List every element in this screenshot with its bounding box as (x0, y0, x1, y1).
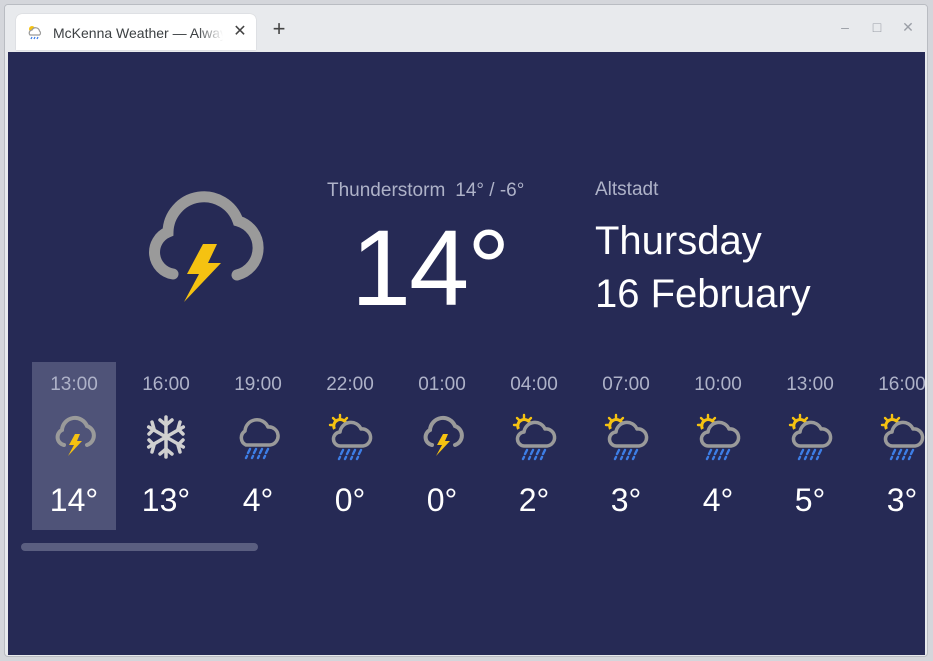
hour-temperature: 14° (49, 482, 99, 518)
thunderstorm-icon (149, 191, 264, 302)
tab-close-button[interactable]: ✕ (232, 24, 248, 40)
location-name: Altstadt (595, 179, 659, 200)
hourly-forecast[interactable]: 13:00 14° 16:00 13° 19:00 4° 22:00 0° 01:00 0° 04:… (24, 362, 925, 532)
thunderstorm-icon (418, 412, 466, 462)
hour-time: 13:00 (50, 374, 98, 395)
hour-column[interactable]: 22:00 0° (308, 362, 392, 530)
high-low-temps: 14° / -6° (455, 180, 525, 201)
maximize-button[interactable]: □ (869, 19, 885, 35)
hour-time: 13:00 (786, 374, 834, 395)
snowflake-icon (142, 412, 190, 462)
weather-favicon-icon (28, 26, 42, 40)
date-label: 16 February (595, 272, 811, 316)
tab-title: McKenna Weather — Always ready for the w… (53, 25, 223, 41)
hour-temperature: 4° (702, 482, 734, 518)
hour-temperature: 3° (886, 482, 918, 518)
browser-tab[interactable]: McKenna Weather — Always ready for the w… (16, 14, 256, 50)
sun-rain-icon (326, 412, 374, 462)
hour-time: 04:00 (510, 374, 558, 395)
hour-time: 16:00 (878, 374, 925, 395)
minimize-button[interactable]: – (837, 19, 853, 35)
sun-rain-icon (786, 412, 834, 462)
hour-time: 10:00 (694, 374, 742, 395)
current-condition: Thunderstorm 14° / -6° (327, 180, 534, 202)
browser-window: McKenna Weather — Always ready for the w… (4, 4, 928, 657)
hour-column[interactable]: 16:00 3° (860, 362, 925, 530)
hour-temperature: 3° (610, 482, 642, 518)
hour-temperature: 13° (141, 482, 191, 518)
hour-time: 16:00 (142, 374, 190, 395)
close-window-button[interactable]: ✕ (900, 19, 916, 35)
hour-temperature: 4° (242, 482, 274, 518)
title-bar: McKenna Weather — Always ready for the w… (5, 5, 927, 50)
hour-time: 07:00 (602, 374, 650, 395)
hour-column[interactable]: 16:00 13° (124, 362, 208, 530)
sun-rain-icon (878, 412, 925, 462)
day-name: Thursday (595, 219, 762, 263)
current-temperature: 14° (351, 207, 510, 328)
sun-rain-icon (694, 412, 742, 462)
hour-temperature: 0° (334, 482, 366, 518)
hour-time: 01:00 (418, 374, 466, 395)
hour-column[interactable]: 10:00 4° (676, 362, 760, 530)
hour-column[interactable]: 07:00 3° (584, 362, 668, 530)
condition-text: Thunderstorm (327, 180, 446, 201)
weather-app: Thunderstorm 14° / -6° 14° Altstadt Thurs… (8, 52, 925, 655)
hour-column[interactable]: 19:00 4° (216, 362, 300, 530)
hour-temperature: 2° (518, 482, 550, 518)
hour-column[interactable]: 01:00 0° (400, 362, 484, 530)
hourly-scrollbar[interactable] (21, 543, 258, 551)
new-tab-button[interactable]: + (269, 18, 289, 40)
hour-column[interactable]: 13:00 14° (32, 362, 116, 530)
hour-temperature: 5° (794, 482, 826, 518)
hour-temperature: 0° (426, 482, 458, 518)
rain-icon (234, 412, 282, 462)
hour-column[interactable]: 04:00 2° (492, 362, 576, 530)
hour-time: 19:00 (234, 374, 282, 395)
hour-column[interactable]: 13:00 5° (768, 362, 852, 530)
sun-rain-icon (602, 412, 650, 462)
sun-rain-icon (510, 412, 558, 462)
thunderstorm-icon (50, 412, 98, 462)
hour-time: 22:00 (326, 374, 374, 395)
